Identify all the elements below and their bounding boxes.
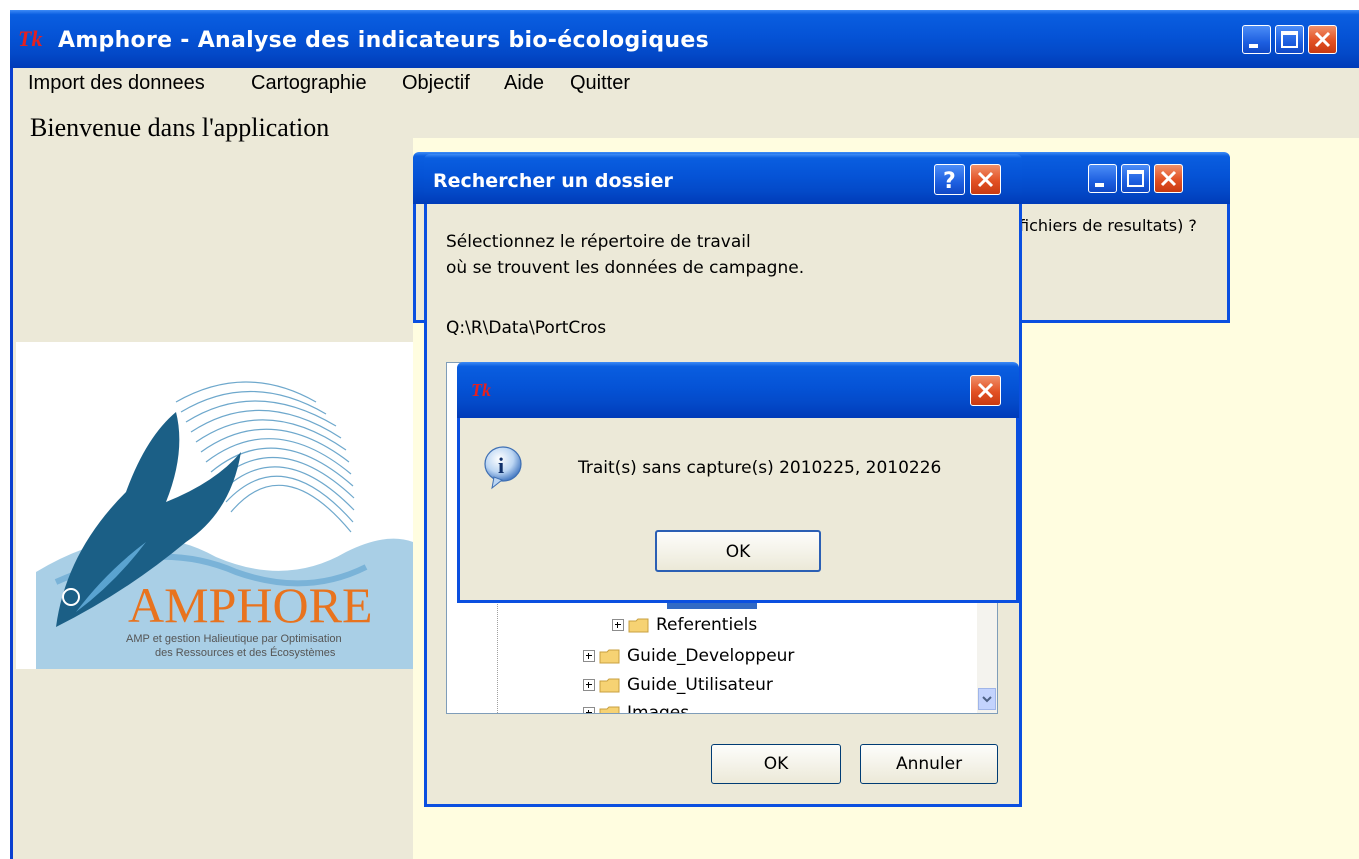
menu-cartographie[interactable]: Cartographie: [251, 72, 367, 95]
help-button[interactable]: ?: [934, 164, 965, 195]
close-button[interactable]: [1308, 25, 1337, 54]
main-titlebar[interactable]: Tk Amphore - Analyse des indicateurs bio…: [10, 10, 1359, 68]
bg-maximize-button[interactable]: [1121, 164, 1150, 193]
chevron-down-icon: [982, 696, 992, 703]
info-icon: i: [482, 444, 524, 494]
browse-dialog-title: Rechercher un dossier: [433, 170, 673, 192]
folder-icon: [599, 649, 621, 664]
menu-objectif[interactable]: Objectif: [402, 72, 470, 95]
expand-icon[interactable]: [612, 619, 624, 631]
tk-app-icon: Tk: [18, 26, 43, 51]
minimize-icon: [1249, 44, 1258, 48]
bg-close-button[interactable]: [1154, 164, 1183, 193]
welcome-text: Bienvenue dans l'application: [30, 113, 330, 142]
folder-icon: [628, 618, 650, 633]
close-icon: [977, 382, 994, 399]
svg-text:i: i: [498, 453, 504, 478]
menu-bar: Import des donnees Cartographie Objectif…: [13, 68, 1359, 102]
main-window-title: Amphore - Analyse des indicateurs bio-éc…: [58, 28, 709, 53]
tk-app-icon: Tk: [471, 380, 491, 400]
scroll-down-button[interactable]: [978, 688, 996, 710]
close-icon: [1314, 31, 1331, 48]
message-box: Tk i Trait(s) sans capture(s) 2010225, 2…: [457, 362, 1019, 603]
expand-icon[interactable]: [583, 650, 595, 662]
amphore-logo: AMPHORE AMP et gestion Halieutique par O…: [16, 342, 413, 669]
tree-item-images[interactable]: Images: [583, 703, 689, 713]
folder-icon: [599, 706, 621, 713]
bg-minimize-button[interactable]: [1088, 164, 1117, 193]
menu-aide[interactable]: Aide: [504, 72, 544, 95]
browse-close-button[interactable]: [970, 164, 1001, 195]
maximize-icon: [1281, 31, 1298, 48]
bg-dialog-text: fichiers de resultats) ?: [1019, 216, 1197, 235]
expand-icon[interactable]: [583, 679, 595, 691]
instruction-line-1: Sélectionnez le répertoire de travail: [446, 232, 751, 252]
maximize-icon: [1127, 170, 1144, 187]
message-ok-button[interactable]: OK: [655, 530, 821, 572]
svg-text:?: ?: [943, 169, 956, 194]
question-icon: ?: [943, 169, 956, 194]
menu-quitter[interactable]: Quitter: [570, 72, 630, 95]
close-icon: [977, 171, 994, 188]
message-text: Trait(s) sans capture(s) 2010225, 201022…: [578, 458, 942, 478]
maximize-button[interactable]: [1275, 25, 1304, 54]
close-icon: [1160, 170, 1177, 187]
svg-text:des Ressources et des Écosystè: des Ressources et des Écosystèmes: [155, 646, 336, 659]
browse-ok-button[interactable]: OK: [711, 744, 841, 784]
fish-logo-icon: AMPHORE AMP et gestion Halieutique par O…: [36, 381, 413, 669]
browse-cancel-button[interactable]: Annuler: [860, 744, 998, 784]
tree-clip: Images: [447, 699, 977, 713]
tree-item-referentiels[interactable]: Referentiels: [612, 615, 757, 635]
svg-text:AMP et gestion Halieutique par: AMP et gestion Halieutique par Optimisat…: [126, 633, 342, 645]
instruction-line-2: où se trouvent les données de campagne.: [446, 258, 805, 278]
tree-item-guide-utilisateur[interactable]: Guide_Utilisateur: [583, 675, 773, 695]
message-close-button[interactable]: [970, 375, 1001, 406]
minimize-icon: [1095, 183, 1104, 187]
browse-dialog-titlebar[interactable]: Rechercher un dossier ?: [424, 154, 1022, 204]
svg-text:AMPHORE: AMPHORE: [128, 577, 372, 633]
selected-path: Q:\R\Data\PortCros: [446, 318, 607, 338]
expand-icon[interactable]: [583, 707, 595, 713]
tree-item-guide-developpeur[interactable]: Guide_Developpeur: [583, 646, 794, 666]
message-box-titlebar[interactable]: Tk: [457, 362, 1019, 418]
folder-icon: [599, 678, 621, 693]
minimize-button[interactable]: [1242, 25, 1271, 54]
menu-import[interactable]: Import des donnees: [28, 72, 205, 95]
